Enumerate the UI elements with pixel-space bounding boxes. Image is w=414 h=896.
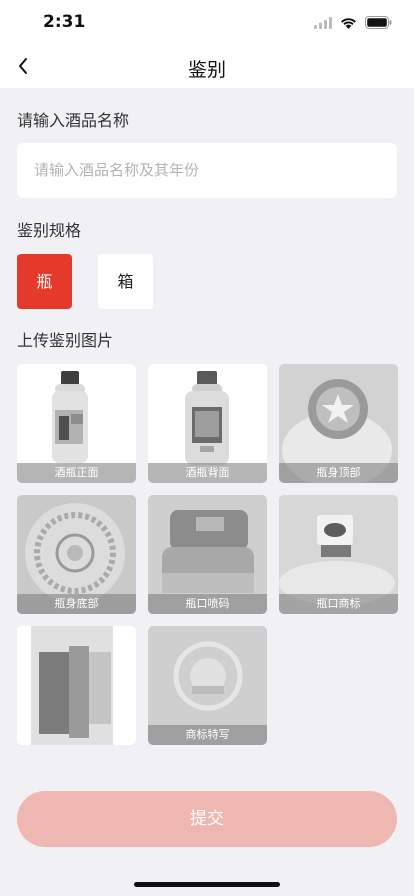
photo-caption: 酒瓶背面 xyxy=(148,463,267,483)
spec-option-box[interactable]: 箱 xyxy=(98,254,153,309)
photo-tile-logo-closeup[interactable]: 商标特写 xyxy=(148,626,267,745)
photo-caption: 瓶口商标 xyxy=(279,594,398,614)
submit-button[interactable]: 提交 xyxy=(17,791,397,847)
photo-grid: 酒瓶正面 酒瓶背面 瓶身顶部 瓶身底部 瓶口喷码 瓶口商标 商标特写 xyxy=(17,364,399,745)
photo-caption: 瓶口喷码 xyxy=(148,594,267,614)
photo-tile-bottle-neck-label[interactable]: 瓶口商标 xyxy=(279,495,398,614)
wine-name-input[interactable]: 请输入酒品名称及其年份 xyxy=(17,143,397,198)
photo-tile-bottle-neck-code[interactable]: 瓶口喷码 xyxy=(148,495,267,614)
spec-option-bottle[interactable]: 瓶 xyxy=(17,254,72,309)
status-icons xyxy=(314,16,392,29)
nav-bar: 鉴别 xyxy=(0,46,414,88)
signal-icon xyxy=(314,16,332,29)
photo-tile-bottle-bottom[interactable]: 瓶身底部 xyxy=(17,495,136,614)
photo-tile-bottle-top[interactable]: 瓶身顶部 xyxy=(279,364,398,483)
status-time: 2:31 xyxy=(43,12,86,32)
photo-caption: 商标特写 xyxy=(148,725,267,745)
photo-tile-bottle-back[interactable]: 酒瓶背面 xyxy=(148,364,267,483)
upload-label: 上传鉴别图片 xyxy=(17,331,114,350)
photo-caption-empty xyxy=(17,725,136,745)
spec-label: 鉴别规格 xyxy=(17,221,82,240)
photo-caption: 瓶身底部 xyxy=(17,594,136,614)
battery-icon xyxy=(365,16,392,29)
wifi-icon xyxy=(341,17,356,29)
status-bar: 2:31 xyxy=(0,0,414,46)
home-indicator xyxy=(134,882,280,887)
photo-caption: 酒瓶正面 xyxy=(17,463,136,483)
photo-caption: 瓶身顶部 xyxy=(279,463,398,483)
wine-name-label: 请输入酒品名称 xyxy=(17,111,130,130)
page-title: 鉴别 xyxy=(187,59,226,81)
photo-tile-bottle-side[interactable] xyxy=(17,626,136,745)
photo-tile-bottle-front[interactable]: 酒瓶正面 xyxy=(17,364,136,483)
